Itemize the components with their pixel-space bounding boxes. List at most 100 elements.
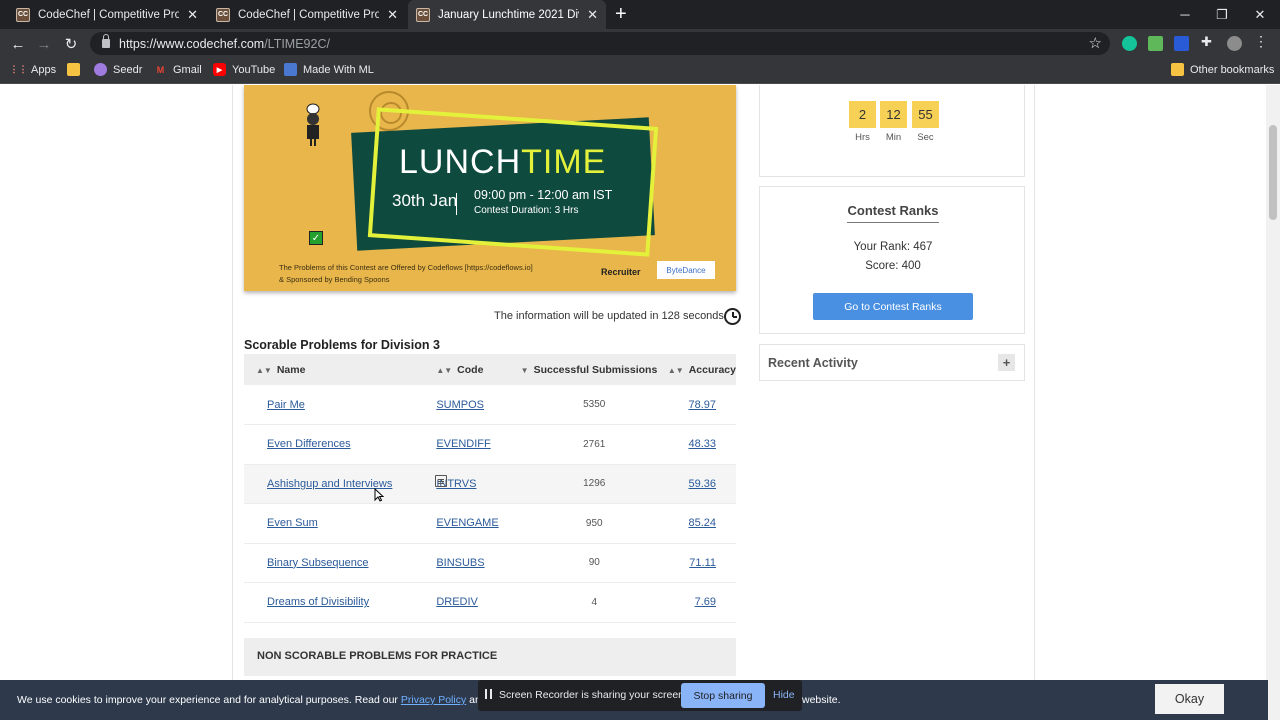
header-accuracy[interactable]: ▲▼ Accuracy bbox=[668, 354, 736, 385]
folder-icon bbox=[67, 63, 80, 76]
scrollbar-thumb[interactable] bbox=[1269, 125, 1277, 220]
page-scrollbar[interactable] bbox=[1266, 85, 1280, 720]
sort-icon: ▲▼ bbox=[667, 365, 684, 375]
banner-footer-line2: & Sponsored by Bending Spoons bbox=[279, 275, 390, 284]
banner-recruiter-label: Recruiter bbox=[601, 267, 641, 277]
folder-icon bbox=[1171, 63, 1184, 76]
reload-icon[interactable]: ↻ bbox=[60, 33, 82, 55]
problem-name-link[interactable]: Even Sum bbox=[267, 517, 318, 529]
problem-name-link[interactable]: Binary Subsequence bbox=[267, 557, 369, 569]
section-title: Scorable Problems for Division 3 bbox=[244, 338, 440, 352]
sort-desc-icon: ▼ bbox=[520, 365, 529, 375]
header-name[interactable]: ▲▼ Name bbox=[244, 354, 436, 385]
new-tab-button[interactable]: + bbox=[615, 3, 627, 25]
accuracy-link[interactable]: 59.36 bbox=[688, 478, 716, 490]
table-row: Dreams of Divisibility DREDIV 4 7.69 bbox=[244, 583, 736, 622]
screen-share-bar: Screen Recorder is sharing your screen. … bbox=[478, 680, 802, 711]
header-successful-submissions[interactable]: ▼ Successful Submissions bbox=[521, 354, 668, 385]
profile-avatar[interactable] bbox=[1227, 36, 1242, 51]
browser-tab-3-active[interactable]: CC January Lunchtime 2021 Division ✕ bbox=[408, 0, 606, 29]
tab-title: CodeChef | Competitive Programm bbox=[238, 8, 380, 21]
problem-code-link[interactable]: BINSUBS bbox=[436, 557, 484, 569]
countdown-card: 2 12 55 Hrs Min Sec bbox=[759, 85, 1025, 177]
bookmark-made-with-ml[interactable]: Made With ML bbox=[284, 63, 374, 76]
submissions-count: 2761 bbox=[583, 438, 606, 450]
minimize-icon[interactable]: ─ bbox=[1165, 0, 1205, 29]
your-score: Score: 400 bbox=[865, 260, 921, 272]
made-with-ml-icon bbox=[284, 63, 297, 76]
table-row: Pair Me SUMPOS 5350 78.97 bbox=[244, 385, 736, 425]
tab-title: January Lunchtime 2021 Division bbox=[438, 8, 579, 21]
accuracy-link[interactable]: 78.97 bbox=[688, 399, 716, 411]
restore-icon[interactable]: ❐ bbox=[1202, 0, 1242, 29]
mail-extension-icon[interactable] bbox=[1148, 36, 1163, 51]
stop-sharing-button[interactable]: Stop sharing bbox=[681, 683, 765, 708]
puzzle-extensions-icon[interactable]: ✚ bbox=[1201, 34, 1216, 49]
bookmark-star-icon[interactable]: ☆ bbox=[1089, 34, 1102, 52]
privacy-policy-link[interactable]: Privacy Policy bbox=[401, 694, 466, 706]
hide-button[interactable]: Hide bbox=[773, 689, 795, 701]
cookie-okay-button[interactable]: Okay bbox=[1155, 684, 1224, 714]
bookmark-other[interactable]: Other bookmarks bbox=[1171, 63, 1274, 76]
contest-ranks-card: Contest Ranks Your Rank: 467 Score: 400 … bbox=[759, 186, 1025, 334]
screen-extension-icon[interactable] bbox=[1174, 36, 1189, 51]
browser-tab-2[interactable]: CC CodeChef | Competitive Programm ✕ bbox=[208, 0, 406, 29]
problem-code-link[interactable]: EVENDIFF bbox=[436, 438, 490, 450]
close-tab-icon[interactable]: ✕ bbox=[587, 7, 598, 23]
browser-tab-1[interactable]: CC CodeChef | Competitive Programm ✕ bbox=[8, 0, 206, 29]
timer-hours-label: Hrs bbox=[855, 132, 870, 143]
youtube-icon: ▶ bbox=[213, 63, 226, 76]
menu-dots-icon[interactable]: ⋮ bbox=[1254, 33, 1269, 49]
bookmark-gmail[interactable]: M Gmail bbox=[154, 63, 202, 76]
webpage: LUNCHTIME 30th Jan 09:00 pm - 12:00 am I… bbox=[0, 85, 1280, 720]
submit-note-icon[interactable] bbox=[435, 475, 447, 487]
forward-icon[interactable]: → bbox=[33, 33, 55, 55]
gmail-icon: M bbox=[156, 64, 165, 75]
problem-name-link[interactable]: Pair Me bbox=[267, 399, 305, 411]
timer-seconds-label: Sec bbox=[917, 132, 934, 143]
back-icon[interactable]: ← bbox=[7, 33, 29, 55]
bookmark-seedr[interactable]: Seedr bbox=[94, 63, 142, 76]
bookmark-folder[interactable] bbox=[67, 63, 86, 76]
bookmark-apps[interactable]: ⋮⋮ Apps bbox=[10, 63, 57, 76]
banner-separator bbox=[456, 193, 457, 215]
problem-name-link[interactable]: Even Differences bbox=[267, 438, 351, 450]
close-tab-icon[interactable]: ✕ bbox=[387, 7, 398, 23]
banner-footer-line1: The Problems of this Contest are Offered… bbox=[279, 263, 533, 272]
accuracy-link[interactable]: 85.24 bbox=[688, 517, 716, 529]
header-code[interactable]: ▲▼ Code bbox=[436, 354, 520, 385]
timer-minutes: 12 bbox=[880, 101, 907, 128]
timer-hours: 2 bbox=[849, 101, 876, 128]
grammarly-extension-icon[interactable] bbox=[1122, 36, 1137, 51]
submissions-count: 4 bbox=[591, 596, 598, 608]
problem-code-link[interactable]: SUMPOS bbox=[436, 399, 484, 411]
contest-banner-image: LUNCHTIME 30th Jan 09:00 pm - 12:00 am I… bbox=[244, 85, 736, 291]
expand-plus-icon[interactable]: + bbox=[998, 354, 1015, 371]
codechef-favicon-icon: CC bbox=[216, 7, 230, 22]
problem-code-link[interactable]: DREDIV bbox=[436, 596, 478, 608]
problem-name-link[interactable]: Dreams of Divisibility bbox=[267, 596, 369, 608]
bookmark-youtube[interactable]: ▶ YouTube bbox=[213, 63, 275, 76]
contest-ranks-title: Contest Ranks bbox=[760, 203, 1026, 223]
tab-title: CodeChef | Competitive Programm bbox=[38, 8, 180, 21]
banner-time: 09:00 pm - 12:00 am IST bbox=[474, 188, 613, 202]
accuracy-link[interactable]: 71.11 bbox=[689, 557, 716, 569]
cookie-message: We use cookies to improve your experienc… bbox=[17, 694, 500, 706]
address-bar[interactable]: https://www.codechef.com/LTIME92C/ ☆ bbox=[90, 32, 1110, 55]
submissions-count: 90 bbox=[588, 557, 600, 569]
problem-code-link[interactable]: EVENGAME bbox=[436, 517, 498, 529]
close-tab-icon[interactable]: ✕ bbox=[187, 7, 198, 23]
accuracy-link[interactable]: 7.69 bbox=[695, 596, 716, 608]
submissions-count: 950 bbox=[585, 517, 603, 529]
screen-share-text: Screen Recorder is sharing your screen. bbox=[499, 689, 687, 701]
sort-icon: ▲▼ bbox=[436, 365, 453, 375]
bytedance-logo: ByteDance bbox=[657, 261, 715, 279]
table-row: Binary Subsequence BINSUBS 90 71.11 bbox=[244, 543, 736, 583]
go-to-contest-ranks-button[interactable]: Go to Contest Ranks bbox=[813, 293, 973, 320]
accuracy-link[interactable]: 48.33 bbox=[688, 438, 716, 450]
codechef-favicon-icon: CC bbox=[416, 7, 430, 22]
pause-icon bbox=[485, 689, 492, 699]
timer-minutes-label: Min bbox=[885, 132, 902, 143]
close-window-icon[interactable]: ✕ bbox=[1240, 0, 1280, 29]
bookmarks-bar: ⋮⋮ Apps Seedr M Gmail ▶ YouTube Made With M… bbox=[0, 58, 1280, 84]
